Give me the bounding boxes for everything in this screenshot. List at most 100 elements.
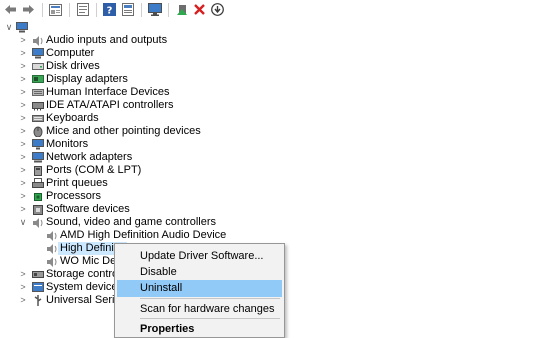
tree-category[interactable]: > Print queues [0, 177, 560, 190]
ide-controller-icon [32, 100, 44, 111]
tree-category[interactable]: > Computer [0, 47, 560, 60]
tree-category[interactable]: > Audio inputs and outputs [0, 34, 560, 47]
expander-chevron-icon[interactable]: > [18, 203, 28, 216]
expander-chevron-icon[interactable]: > [18, 268, 28, 281]
back-arrow-icon[interactable] [3, 2, 18, 17]
tree-category[interactable]: > Network adapters [0, 151, 560, 164]
menu-item[interactable]: Uninstall [117, 280, 282, 297]
speaker-icon [46, 230, 58, 241]
menu-item-label: Update Driver Software... [140, 250, 264, 262]
svg-text:?: ? [107, 6, 113, 17]
expander-chevron-icon[interactable]: > [18, 34, 28, 47]
menu-item[interactable]: Properties [117, 321, 282, 338]
view-sheet-icon[interactable] [120, 2, 135, 17]
tree-category[interactable]: > Processors [0, 190, 560, 203]
expander-chevron-icon[interactable]: > [18, 125, 28, 138]
speaker-icon [32, 35, 44, 46]
tree-category[interactable]: > IDE ATA/ATAPI controllers [0, 99, 560, 112]
network-adapter-icon [32, 152, 44, 163]
properties-panel-icon[interactable] [48, 2, 63, 17]
update-driver-icon[interactable] [174, 2, 189, 17]
help-icon[interactable]: ? [102, 2, 117, 17]
tree-item-label: Mice and other pointing devices [46, 125, 201, 137]
expander-chevron-icon[interactable]: > [18, 177, 28, 190]
processor-icon [32, 191, 44, 202]
expander-chevron-icon[interactable]: > [18, 294, 28, 307]
context-menu: Update Driver Software... Disable Uninstal… [114, 243, 285, 338]
expander-chevron-icon[interactable]: > [18, 47, 28, 60]
uninstall-x-icon[interactable] [192, 2, 207, 17]
expander-chevron-icon[interactable]: > [18, 60, 28, 73]
tree-item-label: AMD High Definition Audio Device [60, 229, 227, 241]
tree-item-label: Ports (COM & LPT) [46, 164, 142, 176]
speaker-icon [46, 243, 58, 254]
tree-category[interactable]: > Monitors [0, 138, 560, 151]
toolbar-separator [168, 2, 169, 17]
tree-item-label: Human Interface Devices [46, 86, 170, 98]
tree-item-label: Keyboards [46, 112, 99, 124]
tree-item-label: Sound, video and game controllers [46, 216, 216, 228]
expander-chevron-icon[interactable]: > [18, 86, 28, 99]
expander-chevron-icon[interactable]: > [18, 73, 28, 86]
tree-item-label: IDE ATA/ATAPI controllers [46, 99, 174, 111]
disk-drive-icon [32, 61, 44, 72]
keyboard-icon [32, 113, 44, 124]
computer-icon [16, 22, 28, 33]
expander-chevron-icon[interactable]: > [18, 164, 28, 177]
tree-category[interactable]: > Keyboards [0, 112, 560, 125]
computer-icon [32, 48, 44, 59]
tree-category[interactable]: ∨ Sound, video and game controllers [0, 216, 560, 229]
sound-controller-icon [32, 217, 44, 228]
toolbar-separator [141, 2, 142, 17]
forward-arrow-icon[interactable] [21, 2, 36, 17]
tree-item-label: Monitors [46, 138, 89, 150]
expander-chevron-icon[interactable]: ∨ [18, 216, 28, 229]
hid-icon [32, 87, 44, 98]
menu-item[interactable]: Disable [117, 264, 282, 281]
tree-category[interactable]: > Ports (COM & LPT) [0, 164, 560, 177]
tree-item-label: Display adapters [46, 73, 128, 85]
tree-item-label: Disk drives [46, 60, 100, 72]
toolbar-separator [96, 2, 97, 17]
port-icon [32, 165, 44, 176]
tree-item-label: Audio inputs and outputs [46, 34, 168, 46]
storage-controller-icon [32, 269, 44, 280]
tree-item-label: Processors [46, 190, 102, 202]
menu-item[interactable]: Update Driver Software... [117, 248, 282, 265]
menu-item-label: Disable [140, 266, 177, 278]
tree-category[interactable]: > Display adapters [0, 73, 560, 86]
expander-chevron-icon[interactable]: > [18, 190, 28, 203]
expander-chevron-icon[interactable]: > [18, 99, 28, 112]
tree-item-label: Print queues [46, 177, 108, 189]
toolbar-separator [42, 2, 43, 17]
menu-separator [140, 318, 280, 319]
speaker-icon [46, 256, 58, 267]
tree-category[interactable]: > Software devices [0, 203, 560, 216]
display-monitor-icon[interactable] [147, 2, 162, 17]
tree-category[interactable]: > Human Interface Devices [0, 86, 560, 99]
tree-category[interactable]: > Mice and other pointing devices [0, 125, 560, 138]
tree-item-label: System devices [46, 281, 124, 293]
driver-sheet-icon[interactable] [75, 2, 90, 17]
tree-root[interactable]: ∨ [0, 21, 560, 34]
tree-item-label: Network adapters [46, 151, 133, 163]
tree-item-label: Software devices [46, 203, 130, 215]
menu-item-label: Properties [140, 323, 195, 335]
tree-category[interactable]: > Disk drives [0, 60, 560, 73]
expander-chevron-icon[interactable]: > [18, 112, 28, 125]
tree-item-label: Computer [46, 47, 95, 59]
printer-icon [32, 178, 44, 189]
menu-item[interactable]: Scan for hardware changes [117, 301, 282, 318]
expander-chevron-icon[interactable]: ∨ [4, 21, 14, 34]
tree-device[interactable]: AMD High Definition Audio Device [0, 229, 560, 242]
expander-chevron-icon[interactable]: > [18, 281, 28, 294]
system-device-icon [32, 282, 44, 293]
display-adapter-icon [32, 74, 44, 85]
menu-separator [140, 298, 280, 299]
menu-item-label: Scan for hardware changes [140, 303, 275, 315]
toolbar: ? [0, 0, 560, 19]
usb-icon [32, 295, 44, 306]
download-arrow-icon[interactable] [210, 2, 225, 17]
expander-chevron-icon[interactable]: > [18, 151, 28, 164]
expander-chevron-icon[interactable]: > [18, 138, 28, 151]
